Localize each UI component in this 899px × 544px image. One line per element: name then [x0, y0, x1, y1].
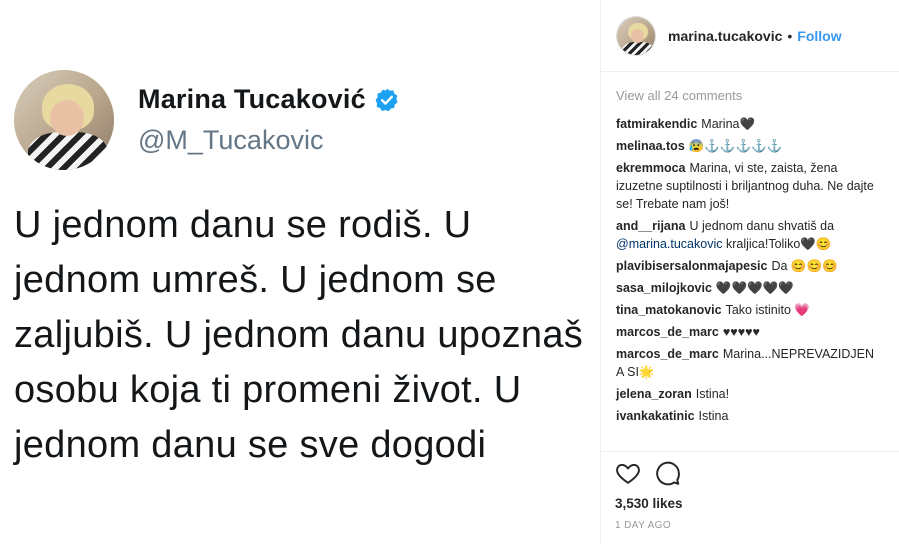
- view-all-comments-link[interactable]: View all 24 comments: [616, 88, 884, 103]
- comment-text: 🖤🖤🖤🖤🖤: [715, 281, 794, 295]
- comment-username-link[interactable]: marcos_de_marc: [616, 347, 719, 361]
- comment-item: plavibisersalonmajapesic Da 😊😊😊: [616, 257, 884, 275]
- comment-item: jelena_zoran Istina!: [616, 385, 884, 403]
- comment-text: 😰⚓⚓⚓⚓⚓: [688, 139, 783, 153]
- comments-list: View all 24 comments fatmirakendic Marina…: [601, 72, 899, 447]
- comment-item: and__rijana U jednom danu shvatiš da @mar…: [616, 217, 884, 253]
- comment-text: Tako istinito 💗: [725, 303, 810, 317]
- post-image[interactable]: Marina Tucaković @M_Tucakovic U jednom d…: [0, 0, 600, 544]
- comment-mention-link[interactable]: @marina.tucakovic: [616, 237, 722, 251]
- comment-username-link[interactable]: sasa_milojkovic: [616, 281, 712, 295]
- tweet-name-row: Marina Tucaković: [138, 84, 400, 115]
- comment-item: sasa_milojkovic 🖤🖤🖤🖤🖤: [616, 279, 884, 297]
- comment-item: ivankakatinic Istina: [616, 407, 884, 425]
- comment-text: Da 😊😊😊: [771, 259, 838, 273]
- comment-item: marcos_de_marc Marina...NEPREVAZIDJEN A S…: [616, 345, 884, 381]
- post-timestamp[interactable]: 1 DAY AGO: [615, 520, 671, 531]
- avatar[interactable]: [616, 15, 656, 56]
- comment-item: ekremmoca Marina, vi ste, zaista, žena iz…: [616, 159, 884, 213]
- comment-username-link[interactable]: marcos_de_marc: [616, 325, 719, 339]
- post-actions: [615, 460, 695, 486]
- comment-item: tina_matokanovic Tako istinito 💗: [616, 301, 884, 319]
- comment-username-link[interactable]: ivankakatinic: [616, 409, 695, 423]
- comment-text: Istina!: [695, 387, 730, 401]
- follow-button[interactable]: Follow: [797, 28, 841, 44]
- tweet-header: Marina Tucaković @M_Tucakovic: [14, 70, 400, 170]
- comment-text: kraljica!Toliko🖤😊: [722, 237, 832, 251]
- comment-username-link[interactable]: tina_matokanovic: [616, 303, 722, 317]
- tweet-handle: @M_Tucakovic: [138, 125, 324, 155]
- comment-text: Istina: [698, 409, 729, 423]
- comment-item: melinaa.tos 😰⚓⚓⚓⚓⚓: [616, 137, 884, 155]
- comment-username-link[interactable]: and__rijana: [616, 219, 685, 233]
- tweet-names: Marina Tucaković @M_Tucakovic: [138, 84, 400, 156]
- comment-item: fatmirakendic Marina🖤: [616, 115, 884, 133]
- comment-username-link[interactable]: melinaa.tos: [616, 139, 685, 153]
- tweet-display-name: Marina Tucaković: [138, 84, 366, 114]
- comment-username-link[interactable]: jelena_zoran: [616, 387, 692, 401]
- comment-text: Marina🖤: [701, 117, 756, 131]
- comment-icon[interactable]: [655, 460, 681, 486]
- comment-username-link[interactable]: plavibisersalonmajapesic: [616, 259, 767, 273]
- heart-icon[interactable]: [615, 460, 641, 486]
- verified-badge-icon: [375, 88, 398, 111]
- comment-item: marcos_de_marc ♥♥♥♥♥: [616, 323, 884, 341]
- tweet-avatar: [14, 70, 114, 170]
- post-username-link[interactable]: marina.tucakovic: [668, 28, 782, 44]
- post-header: marina.tucakovic • Follow: [601, 0, 899, 72]
- tweet-text: U jednom danu se rodiš. U jednom umreš. …: [14, 204, 584, 466]
- separator-dot: •: [787, 27, 793, 44]
- comment-text: U jednom danu shvatiš da: [689, 219, 835, 233]
- comment-username-link[interactable]: fatmirakendic: [616, 117, 697, 131]
- comment-text: ♥♥♥♥♥: [722, 325, 760, 339]
- actions-divider: [600, 451, 899, 452]
- likes-count[interactable]: 3,530 likes: [615, 496, 683, 511]
- comment-username-link[interactable]: ekremmoca: [616, 161, 686, 175]
